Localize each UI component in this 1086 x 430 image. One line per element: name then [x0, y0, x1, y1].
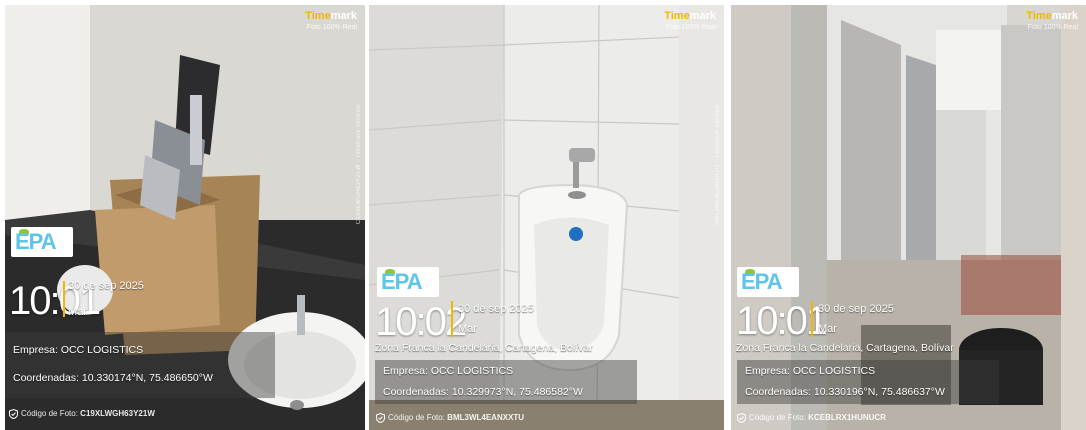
photo-code: Código de Foto: BML3WL4EANXXTU: [376, 413, 524, 423]
epa-logo: EPA: [11, 227, 73, 257]
coordinates-text: Coordenadas: 10.329973°N, 75.486582°W: [383, 386, 583, 398]
coordinates-text: Coordenadas: 10.330196°N, 75.486637°W: [745, 386, 945, 398]
capture-date: 30 de sep 2025: [818, 303, 894, 315]
info-box: Empresa: OCC LOGISTICS Coordenadas: 10.3…: [375, 360, 637, 404]
company-text: Empresa: OCC LOGISTICS: [383, 365, 514, 377]
photo-code: Código de Foto: C19XLWGH63Y21W: [9, 409, 155, 419]
capture-weekday: Mar: [818, 323, 837, 335]
photo-panel-2: Timemark Foto 100% Real BML3WL4EANXXTU · …: [369, 5, 724, 430]
info-box: Empresa: OCC LOGISTICS Coordenadas: 10.3…: [5, 332, 275, 398]
capture-weekday: Mar: [458, 323, 477, 335]
shield-check-icon: [376, 413, 385, 423]
location-text: Zona Franca la Candelaria, Cartagena, Bo…: [736, 342, 954, 354]
shield-check-icon: [9, 409, 18, 419]
time-divider: [811, 301, 813, 337]
coordinates-text: Coordenadas: 10.330174°N, 75.486650°W: [13, 372, 213, 384]
location-text: Zona Franca la Candelaria, Cartagena, Bo…: [375, 342, 593, 354]
time-divider: [63, 281, 65, 317]
epa-logo: EPA: [377, 267, 439, 297]
time-divider: [451, 301, 453, 337]
photo-code: Código de Foto: KCEBLRX1HUNUCR: [737, 413, 886, 423]
epa-logo: EPA: [737, 267, 799, 297]
shield-check-icon: [737, 413, 746, 423]
company-text: Empresa: OCC LOGISTICS: [745, 365, 876, 377]
info-box: Empresa: OCC LOGISTICS Coordenadas: 10.3…: [737, 360, 999, 404]
timemark-watermark: Timemark Foto 100% Real: [664, 10, 716, 32]
company-text: Empresa: OCC LOGISTICS: [13, 344, 144, 356]
timemark-watermark: Timemark Foto 100% Real: [1026, 10, 1078, 32]
timemark-watermark: Timemark Foto 100% Real: [305, 10, 357, 32]
photo-panel-3: Timemark Foto 100% Real EPA 10:01 30 de s…: [731, 5, 1086, 430]
side-caption: BML3WL4EANXXTU · Timemark Verified: [715, 105, 721, 225]
capture-date: 30 de sep 2025: [458, 303, 534, 315]
capture-date: 30 de sep 2025: [68, 280, 144, 292]
photo-panel-1: Timemark Foto 100% Real C19XLWGH63Y21W · …: [5, 5, 365, 430]
capture-weekday: Mar: [68, 306, 87, 318]
side-caption: C19XLWGH63Y21W · Timemark Verified: [356, 105, 362, 225]
